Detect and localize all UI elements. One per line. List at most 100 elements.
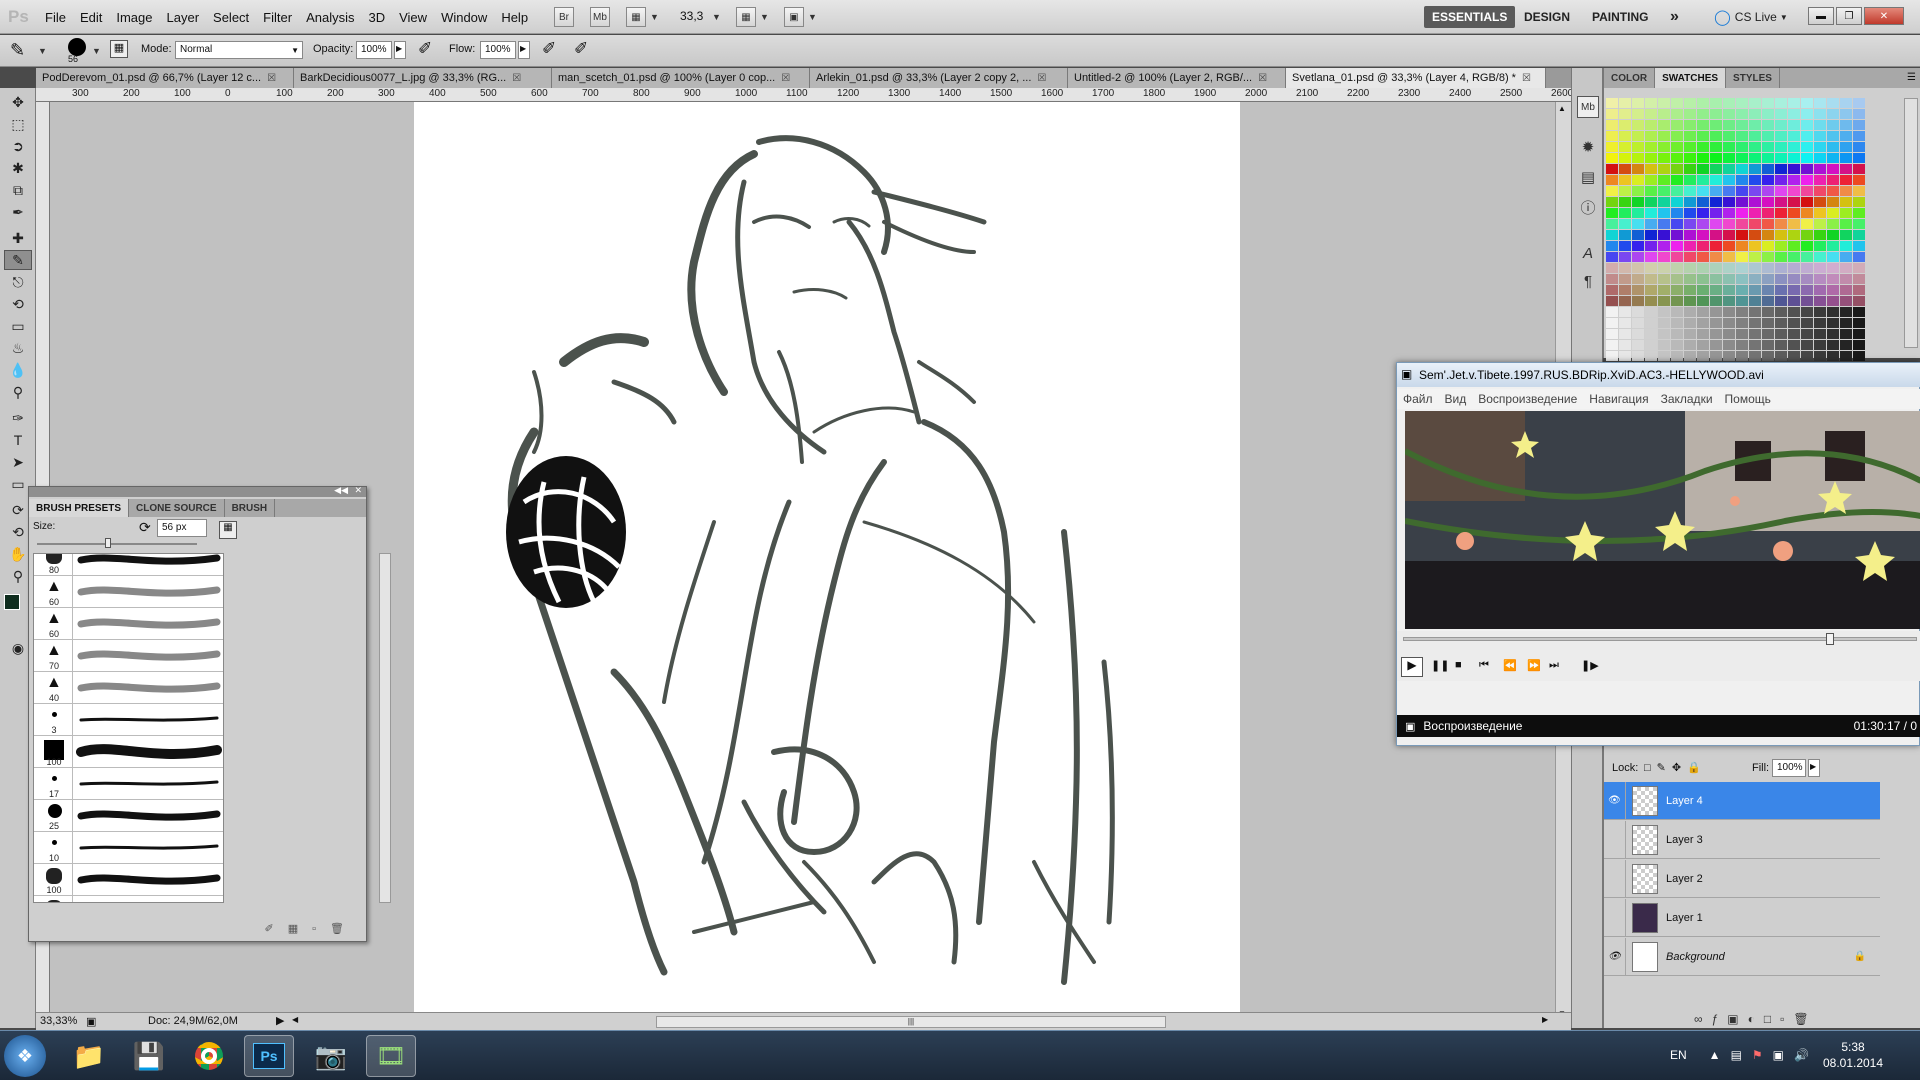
- swatch[interactable]: [1736, 164, 1748, 174]
- swatch[interactable]: [1632, 98, 1644, 108]
- dodge-tool-icon[interactable]: ⚲: [4, 382, 32, 402]
- swatch[interactable]: [1827, 219, 1839, 229]
- swatch[interactable]: [1814, 318, 1826, 328]
- swatch[interactable]: [1736, 263, 1748, 273]
- swatch[interactable]: [1671, 296, 1683, 306]
- swatch[interactable]: [1840, 340, 1852, 350]
- swatch[interactable]: [1736, 252, 1748, 262]
- swatch[interactable]: [1801, 142, 1813, 152]
- swatch[interactable]: [1788, 263, 1800, 273]
- swatch[interactable]: [1840, 142, 1852, 152]
- cs-live-button[interactable]: ◯ CS Live ▼: [1714, 0, 1788, 34]
- brush-preset-list[interactable]: 80▲60▲60▲70▲403100172510100100: [33, 553, 224, 903]
- swatch[interactable]: [1762, 208, 1774, 218]
- new-preset-icon[interactable]: ▫: [312, 923, 330, 935]
- chrome-taskbar-icon[interactable]: [184, 1035, 234, 1077]
- swatch[interactable]: [1840, 153, 1852, 163]
- swatch[interactable]: [1645, 263, 1657, 273]
- menu-file[interactable]: File: [38, 10, 73, 25]
- eye-icon[interactable]: 👁: [1604, 937, 1626, 976]
- swatch[interactable]: [1632, 318, 1644, 328]
- layer-row-background[interactable]: 👁 Background 🔒: [1604, 937, 1880, 976]
- swatch[interactable]: [1671, 263, 1683, 273]
- swatch[interactable]: [1814, 175, 1826, 185]
- swatch[interactable]: [1840, 318, 1852, 328]
- swatch[interactable]: [1788, 241, 1800, 251]
- swatch[interactable]: [1723, 241, 1735, 251]
- swatch[interactable]: [1619, 307, 1631, 317]
- swatch[interactable]: [1801, 351, 1813, 361]
- swatch[interactable]: [1762, 274, 1774, 284]
- lasso-tool-icon[interactable]: ➲: [4, 136, 32, 156]
- player-menu-bookmarks[interactable]: Закладки: [1655, 392, 1719, 406]
- swatch[interactable]: [1697, 153, 1709, 163]
- swatch[interactable]: [1671, 142, 1683, 152]
- swatch[interactable]: [1606, 197, 1618, 207]
- swatch[interactable]: [1814, 109, 1826, 119]
- brush-preset-row[interactable]: 100: [34, 736, 223, 768]
- swatch[interactable]: [1697, 208, 1709, 218]
- swatch[interactable]: [1762, 120, 1774, 130]
- swatch[interactable]: [1827, 197, 1839, 207]
- tab-brush[interactable]: BRUSH: [225, 499, 276, 517]
- swatch[interactable]: [1606, 186, 1618, 196]
- swatch[interactable]: [1853, 307, 1865, 317]
- swatch[interactable]: [1840, 120, 1852, 130]
- swatch[interactable]: [1658, 164, 1670, 174]
- swatch[interactable]: [1684, 263, 1696, 273]
- swatch[interactable]: [1684, 252, 1696, 262]
- swatch[interactable]: [1775, 340, 1787, 350]
- swatch[interactable]: [1840, 197, 1852, 207]
- chevron-down-icon[interactable]: ▼: [650, 12, 659, 22]
- swatch[interactable]: [1762, 186, 1774, 196]
- swatch[interactable]: [1762, 219, 1774, 229]
- swatch[interactable]: [1736, 219, 1748, 229]
- mini-bridge-panel-icon[interactable]: Mb: [1577, 96, 1599, 118]
- swatch[interactable]: [1853, 98, 1865, 108]
- swatch[interactable]: [1645, 131, 1657, 141]
- status-zoom[interactable]: 33,33%: [40, 1015, 77, 1027]
- swatch[interactable]: [1801, 120, 1813, 130]
- swatch[interactable]: [1606, 153, 1618, 163]
- swatch[interactable]: [1814, 263, 1826, 273]
- swatch[interactable]: [1619, 197, 1631, 207]
- seek-bar[interactable]: [1403, 637, 1917, 641]
- volume-icon[interactable]: 🔊: [1794, 1048, 1809, 1062]
- swatch[interactable]: [1645, 120, 1657, 130]
- brush-tool-icon[interactable]: ✎: [10, 40, 25, 61]
- close-tab-icon[interactable]: ☒: [512, 73, 521, 84]
- swatch[interactable]: [1658, 318, 1670, 328]
- player-menu-playback[interactable]: Воспроизведение: [1472, 392, 1583, 406]
- swatch[interactable]: [1619, 142, 1631, 152]
- swatch[interactable]: [1606, 142, 1618, 152]
- fill-slider-button[interactable]: ▶: [1808, 759, 1820, 777]
- airbrush-icon[interactable]: ✐: [542, 39, 556, 59]
- swatch[interactable]: [1775, 307, 1787, 317]
- swatch[interactable]: [1684, 318, 1696, 328]
- eyedropper-tool-icon[interactable]: ✒: [4, 202, 32, 222]
- swatch[interactable]: [1749, 318, 1761, 328]
- swatch[interactable]: [1827, 340, 1839, 350]
- swatch[interactable]: [1658, 274, 1670, 284]
- menu-select[interactable]: Select: [206, 10, 256, 25]
- pressure-opacity-icon[interactable]: ✐: [418, 39, 432, 59]
- swatch[interactable]: [1853, 153, 1865, 163]
- swatch[interactable]: [1853, 263, 1865, 273]
- swatch[interactable]: [1606, 285, 1618, 295]
- grid-view-icon[interactable]: ▦: [288, 923, 312, 935]
- swatch[interactable]: [1645, 197, 1657, 207]
- layer-actions-bar[interactable]: ∞ƒ▣◐□▫🗑: [1694, 1012, 1818, 1026]
- fast-forward-button[interactable]: ⏩: [1527, 659, 1541, 672]
- swatch[interactable]: [1632, 186, 1644, 196]
- swatch[interactable]: [1749, 329, 1761, 339]
- swatch[interactable]: [1658, 307, 1670, 317]
- histogram-panel-icon[interactable]: ▤: [1577, 166, 1599, 188]
- swatch[interactable]: [1775, 120, 1787, 130]
- swatch[interactable]: [1827, 296, 1839, 306]
- swatch[interactable]: [1749, 208, 1761, 218]
- tab-clone-source[interactable]: CLONE SOURCE: [129, 499, 225, 517]
- swatch[interactable]: [1749, 219, 1761, 229]
- swatch[interactable]: [1762, 340, 1774, 350]
- swatch[interactable]: [1775, 230, 1787, 240]
- swatch[interactable]: [1658, 186, 1670, 196]
